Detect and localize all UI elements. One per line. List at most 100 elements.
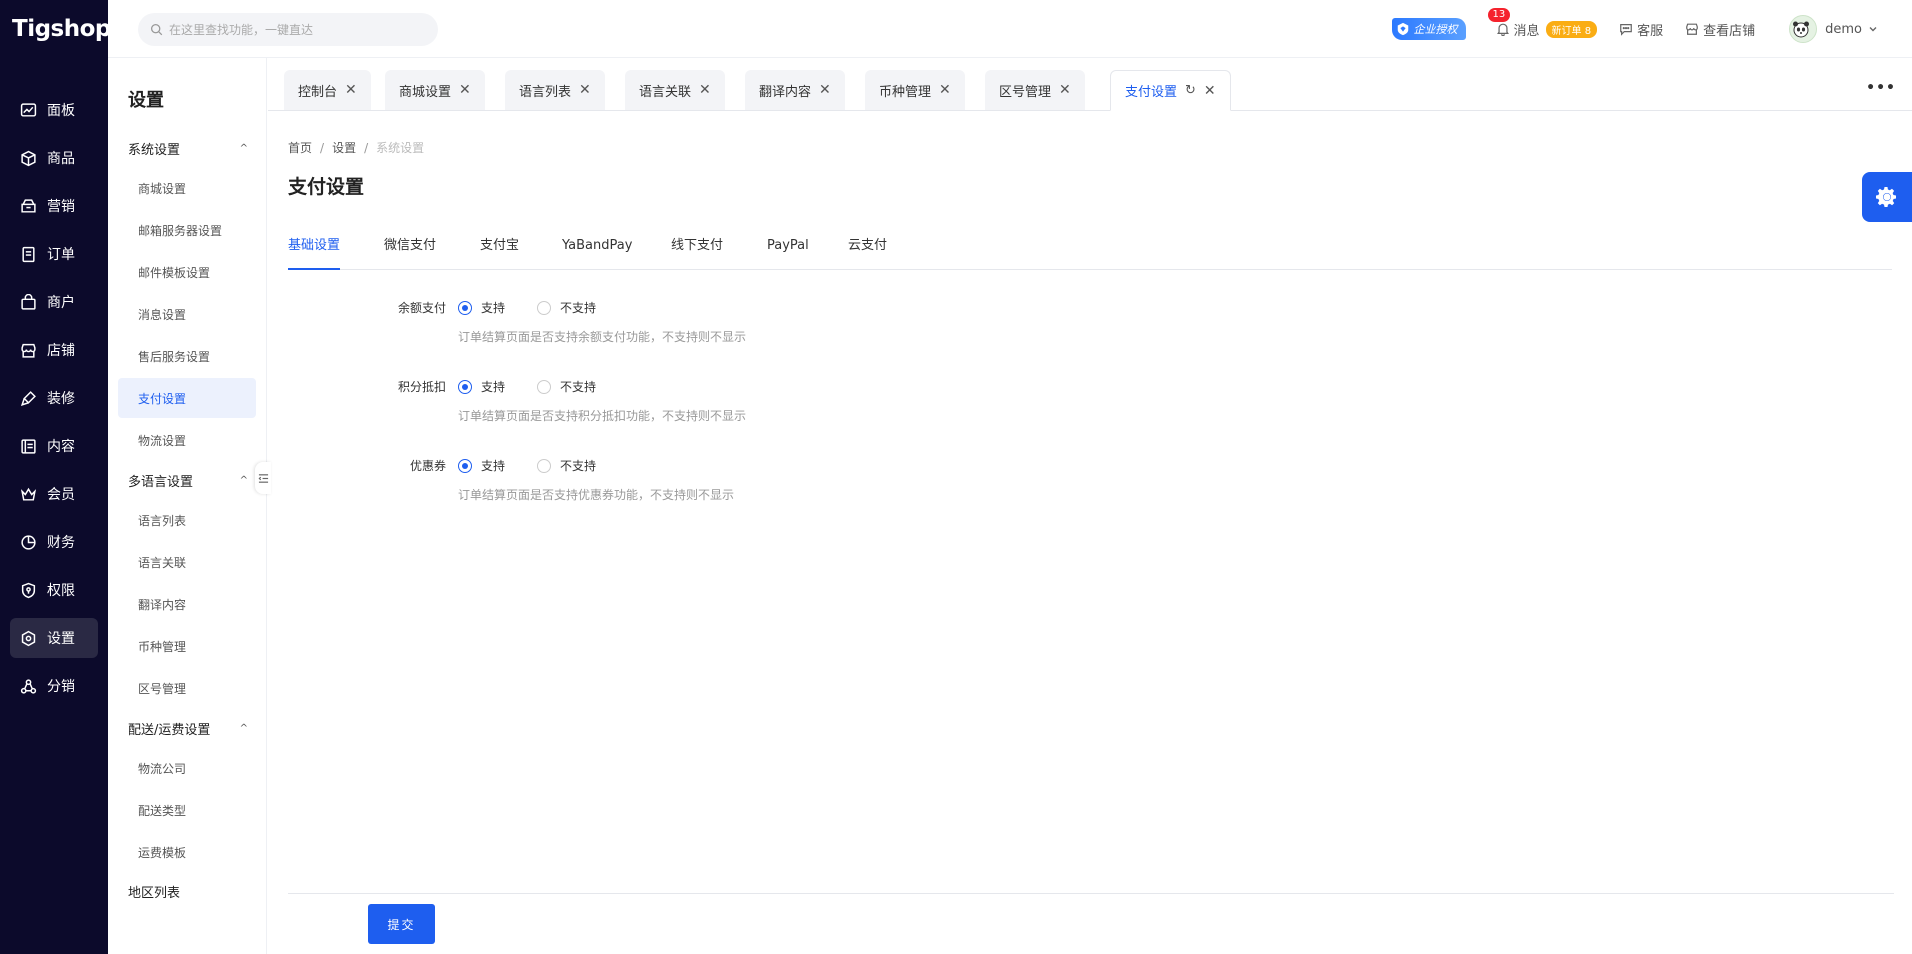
nav-item-members[interactable]: 会员 bbox=[10, 474, 98, 514]
tab-offline-pay[interactable]: 线下支付 bbox=[671, 230, 723, 270]
subnav-item[interactable]: 运费模板 bbox=[118, 832, 256, 872]
tab-basic-settings[interactable]: 基础设置 bbox=[288, 230, 341, 270]
page-tab-console[interactable]: 控制台 ✕ bbox=[284, 70, 371, 110]
subnav-item[interactable]: 邮件模板设置 bbox=[118, 252, 256, 292]
payment-tabs: 基础设置 微信支付 支付宝 YaBandPay 线下支付 PayPal 云支付 bbox=[288, 230, 1892, 270]
distribution-icon bbox=[20, 678, 37, 694]
store-icon bbox=[1686, 23, 1698, 35]
enterprise-badge[interactable]: 企业授权 bbox=[1391, 18, 1466, 40]
customer-service-button[interactable]: 客服 bbox=[1619, 20, 1663, 39]
nav-item-distribution[interactable]: 分销 bbox=[10, 666, 98, 706]
logo[interactable]: Tigshop bbox=[0, 0, 111, 58]
radio-support[interactable]: 支持 bbox=[458, 378, 505, 396]
nav-item-decorate[interactable]: 装修 bbox=[10, 378, 98, 418]
subnav-group-system[interactable]: 系统设置 ^ bbox=[108, 130, 266, 166]
page-tab-label: 币种管理 bbox=[879, 84, 932, 100]
user-menu[interactable]: demo bbox=[1789, 15, 1882, 43]
top-header: 企业授权 13 消息 新订单 8 客服 查看店铺 demo bbox=[108, 0, 1912, 58]
close-icon[interactable]: ✕ bbox=[579, 82, 591, 98]
refresh-icon[interactable]: ↻ bbox=[1185, 83, 1196, 98]
page-tabs-bar: 控制台 ✕ 商城设置 ✕ 语言列表 ✕ 语言关联 ✕ 翻译内容 ✕ 币种管理 ✕ 区号管理 ✕… bbox=[268, 58, 1912, 111]
nav-item-dashboard[interactable]: 面板 bbox=[10, 90, 98, 130]
form-hint: 订单结算页面是否支持余额支付功能，不支持则不显示 bbox=[458, 330, 747, 344]
tab-wechat-pay[interactable]: 微信支付 bbox=[384, 230, 436, 270]
tab-paypal[interactable]: PayPal bbox=[767, 230, 809, 270]
subnav-group-regions[interactable]: 地区列表 bbox=[108, 874, 266, 908]
subnav-item[interactable]: 区号管理 bbox=[118, 668, 256, 708]
radio-label: 支持 bbox=[481, 380, 506, 394]
header-actions: 企业授权 13 消息 新订单 8 客服 查看店铺 demo bbox=[1391, 0, 1882, 58]
settings-icon bbox=[21, 630, 36, 646]
subnav-item[interactable]: 商城设置 bbox=[118, 168, 256, 208]
nav-item-products[interactable]: 商品 bbox=[10, 138, 98, 178]
collapse-sidebar-handle[interactable] bbox=[255, 462, 271, 494]
subnav-item[interactable]: 语言关联 bbox=[118, 542, 256, 582]
radio-dot bbox=[537, 301, 551, 315]
page-tab-translation[interactable]: 翻译内容 ✕ bbox=[745, 70, 845, 110]
nav-item-permissions[interactable]: 权限 bbox=[10, 570, 98, 610]
subnav-item[interactable]: 翻译内容 bbox=[118, 584, 256, 624]
page-tab-label: 语言关联 bbox=[639, 84, 692, 100]
close-icon[interactable]: ✕ bbox=[819, 82, 831, 98]
footer-divider bbox=[288, 893, 1894, 894]
close-icon[interactable]: ✕ bbox=[1059, 82, 1071, 98]
radio-not-support[interactable]: 不支持 bbox=[537, 299, 596, 317]
breadcrumb-current: 系统设置 bbox=[376, 141, 425, 155]
page-tab-label: 语言列表 bbox=[519, 84, 572, 100]
close-icon[interactable]: ✕ bbox=[345, 82, 357, 98]
user-name: demo bbox=[1825, 21, 1862, 37]
subnav-group-language[interactable]: 多语言设置 ^ bbox=[108, 462, 266, 498]
radio-not-support[interactable]: 不支持 bbox=[537, 378, 596, 396]
nav-item-finance[interactable]: 财务 bbox=[10, 522, 98, 562]
page-tab-currency[interactable]: 币种管理 ✕ bbox=[865, 70, 965, 110]
new-order-badge[interactable]: 新订单 8 bbox=[1545, 20, 1598, 38]
subnav-item[interactable]: 物流设置 bbox=[118, 420, 256, 460]
global-search[interactable] bbox=[138, 13, 438, 46]
radio-label: 不支持 bbox=[560, 301, 597, 315]
nav-item-stores[interactable]: 店铺 bbox=[10, 330, 98, 370]
nav-item-marketing[interactable]: 营销 bbox=[10, 186, 98, 226]
subnav-group-shipping[interactable]: 配送/运费设置 ^ bbox=[108, 710, 266, 746]
radio-not-support[interactable]: 不支持 bbox=[537, 457, 596, 475]
page-tab-language-association[interactable]: 语言关联 ✕ bbox=[625, 70, 725, 110]
subnav-item[interactable]: 售后服务设置 bbox=[118, 336, 256, 376]
subnav-item-payment-settings[interactable]: 支付设置 bbox=[118, 378, 256, 418]
messages-button[interactable]: 13 消息 新订单 8 bbox=[1487, 7, 1598, 39]
member-icon bbox=[20, 487, 37, 501]
close-icon[interactable]: ✕ bbox=[1204, 83, 1216, 99]
subnav-item[interactable]: 配送类型 bbox=[118, 790, 256, 830]
page-tab-area-code[interactable]: 区号管理 ✕ bbox=[985, 70, 1085, 110]
nav-item-settings[interactable]: 设置 bbox=[10, 618, 98, 658]
submit-button[interactable]: 提交 bbox=[368, 904, 435, 944]
close-icon[interactable]: ✕ bbox=[699, 82, 711, 98]
radio-support[interactable]: 支持 bbox=[458, 457, 505, 475]
page-tab-label: 区号管理 bbox=[999, 84, 1052, 100]
nav-label: 财务 bbox=[47, 535, 75, 551]
nav-item-orders[interactable]: 订单 bbox=[10, 234, 98, 274]
search-input[interactable] bbox=[169, 22, 419, 37]
radio-support[interactable]: 支持 bbox=[458, 299, 505, 317]
view-store-button[interactable]: 查看店铺 bbox=[1685, 20, 1755, 39]
floating-settings-button[interactable] bbox=[1862, 172, 1912, 222]
subnav-item[interactable]: 消息设置 bbox=[118, 294, 256, 334]
form-label: 积分抵扣 bbox=[397, 380, 446, 394]
breadcrumb-home[interactable]: 首页 bbox=[288, 141, 312, 155]
close-icon[interactable]: ✕ bbox=[939, 82, 951, 98]
nav-item-content[interactable]: 内容 bbox=[10, 426, 98, 466]
page-tab-payment-settings[interactable]: 支付设置 ↻ ✕ bbox=[1110, 70, 1231, 111]
page-tab-language-list[interactable]: 语言列表 ✕ bbox=[505, 70, 605, 110]
tab-yabandpay[interactable]: YaBandPay bbox=[562, 230, 632, 270]
subnav-item[interactable]: 币种管理 bbox=[118, 626, 256, 666]
nav-label: 权限 bbox=[47, 583, 75, 599]
close-icon[interactable]: ✕ bbox=[459, 82, 471, 98]
page-tab-mall-settings[interactable]: 商城设置 ✕ bbox=[385, 70, 485, 110]
subnav-title: 设置 bbox=[128, 90, 164, 111]
more-tabs-icon[interactable]: ••• bbox=[1866, 80, 1896, 96]
breadcrumb-level1[interactable]: 设置 bbox=[332, 141, 356, 155]
subnav-item[interactable]: 语言列表 bbox=[118, 500, 256, 540]
tab-alipay[interactable]: 支付宝 bbox=[480, 230, 519, 270]
tab-cloud-pay[interactable]: 云支付 bbox=[848, 230, 887, 270]
subnav-item[interactable]: 物流公司 bbox=[118, 748, 256, 788]
nav-item-merchants[interactable]: 商户 bbox=[10, 282, 98, 322]
subnav-item[interactable]: 邮箱服务器设置 bbox=[118, 210, 256, 250]
